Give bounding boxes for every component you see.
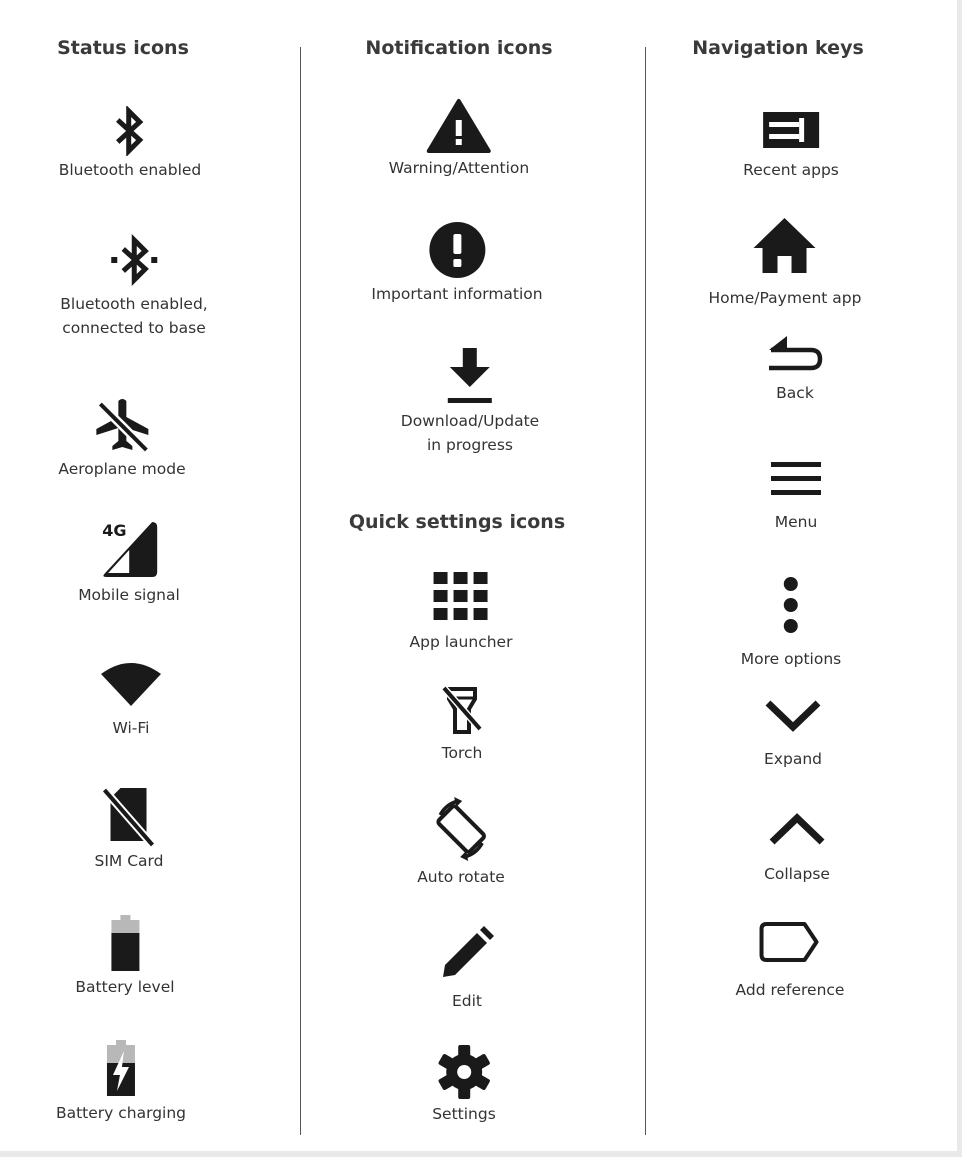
sim-card-icon: [101, 787, 157, 847]
quick-settings-item-settings: Settings: [432, 1044, 496, 1126]
download-icon: [448, 348, 492, 403]
expand-icon: [765, 700, 821, 732]
notification-label: Important information: [371, 285, 543, 303]
status-label: Wi-Fi: [112, 719, 150, 737]
navigation-label: More options: [740, 650, 842, 668]
status-label: Mobile signal: [78, 586, 180, 604]
status-label: Battery level: [75, 978, 175, 996]
status-label: Bluetooth enabled: [58, 161, 202, 179]
battery-level-icon: [111, 915, 139, 971]
navigation-item-back: Back: [765, 333, 825, 405]
mobile-signal-4g-icon: 4G: [102, 521, 157, 577]
status-item-battery-level: Battery level: [75, 913, 175, 999]
back-icon: [769, 336, 823, 371]
collapse-icon: [769, 813, 825, 845]
menu-icon: [771, 462, 821, 495]
quick-settings-item-edit: Edit: [439, 925, 495, 1013]
quick-settings-item-app-launcher: App launcher: [409, 568, 513, 654]
bluetooth-connected-icon: [110, 233, 157, 287]
status-label: Battery charging: [55, 1104, 187, 1122]
more-options-icon: [783, 577, 798, 633]
app-launcher-icon: [433, 572, 488, 620]
status-label: SIM Card: [94, 852, 164, 870]
column-divider-right: [645, 47, 646, 1135]
notification-label: Download/Update: [400, 412, 540, 430]
notification-item-download: Download/Update in progress: [401, 343, 539, 457]
status-item-mobile-signal: 4G Mobile signal: [78, 519, 180, 607]
wifi-icon: [101, 663, 161, 706]
status-item-sim: SIM Card: [94, 785, 164, 873]
bluetooth-icon: [116, 106, 144, 156]
battery-charging-icon: [107, 1040, 135, 1096]
navigation-item-add-reference: Add reference: [735, 920, 845, 1002]
torch-icon: [441, 685, 483, 734]
status-item-bluetooth-connected: Bluetooth enabled, connected to base: [60, 232, 208, 340]
quick-settings-label: Settings: [432, 1105, 496, 1123]
navigation-label: Home/Payment app: [708, 289, 862, 307]
add-reference-icon: [759, 922, 819, 962]
navigation-label: Add reference: [735, 981, 845, 999]
status-item-bluetooth: Bluetooth enabled: [58, 106, 202, 182]
status-item-battery-charging: Battery charging: [56, 1037, 186, 1125]
status-label-line2: connected to base: [62, 319, 206, 337]
status-icons-heading: Status icons: [57, 37, 189, 59]
settings-icon: [438, 1045, 490, 1099]
quick-settings-heading: Quick settings icons: [348, 511, 566, 533]
warning-icon: [426, 99, 491, 153]
quick-settings-item-torch: Torch: [440, 685, 484, 765]
airplane-mode-icon: [95, 399, 151, 455]
recent-apps-icon: [763, 112, 819, 148]
navigation-label: Expand: [764, 750, 822, 768]
navigation-item-expand: Expand: [763, 697, 823, 771]
navigation-label: Back: [776, 384, 814, 402]
quick-settings-item-auto-rotate: Auto rotate: [417, 795, 505, 889]
important-info-icon: [428, 222, 485, 278]
navigation-label: Menu: [774, 513, 818, 531]
status-label: Bluetooth enabled,: [60, 295, 208, 313]
navigation-item-home: Home/Payment app: [708, 216, 862, 310]
quick-settings-label: Edit: [451, 992, 483, 1010]
notification-item-warning: Warning/Attention: [389, 98, 529, 180]
column-divider-left: [300, 47, 301, 1135]
notification-label-line2: in progress: [427, 436, 513, 454]
notification-icons-heading: Notification icons: [365, 37, 553, 59]
notification-label: Warning/Attention: [388, 159, 530, 177]
edit-icon: [443, 926, 494, 977]
navigation-label: Collapse: [764, 865, 830, 883]
auto-rotate-icon: [436, 797, 486, 861]
navigation-item-more-options: More options: [741, 575, 841, 671]
status-item-airplane: Aeroplane mode: [58, 397, 186, 481]
navigation-item-recent-apps: Recent apps: [743, 110, 839, 182]
navigation-item-menu: Menu: [769, 458, 823, 534]
quick-settings-label: App launcher: [409, 633, 513, 651]
status-label: Aeroplane mode: [58, 460, 186, 478]
notification-item-important: Important information: [371, 220, 543, 306]
navigation-item-collapse: Collapse: [764, 812, 830, 886]
status-item-wifi: Wi-Fi: [99, 658, 163, 740]
quick-settings-label: Torch: [441, 744, 483, 762]
quick-settings-label: Auto rotate: [417, 868, 505, 886]
navigation-keys-heading: Navigation keys: [692, 37, 864, 59]
svg-text:4G: 4G: [102, 521, 126, 540]
navigation-label: Recent apps: [743, 161, 839, 179]
home-icon: [754, 218, 816, 273]
